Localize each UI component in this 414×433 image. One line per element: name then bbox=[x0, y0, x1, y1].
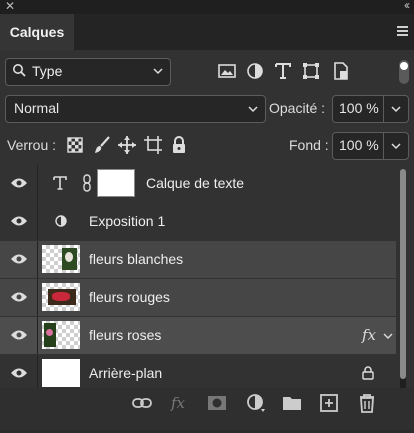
row-divider bbox=[37, 355, 38, 392]
search-icon bbox=[13, 64, 26, 77]
layer-name[interactable]: fleurs blanches bbox=[89, 251, 183, 267]
lock-label: Verrou : bbox=[7, 137, 57, 153]
layer-thumbnail[interactable] bbox=[42, 359, 80, 387]
image-filter-icon[interactable] bbox=[217, 61, 237, 81]
blend-mode-select[interactable]: Normal bbox=[5, 95, 266, 123]
chevron-down-icon bbox=[248, 106, 258, 113]
filter-toggle[interactable] bbox=[399, 60, 409, 84]
opacity-value: 100 % bbox=[339, 100, 379, 116]
panel-top-strip: ✕ ‹‹ bbox=[0, 0, 414, 14]
blend-row: Normal Opacité : 100 % bbox=[5, 95, 409, 123]
tab-bar: Calques bbox=[0, 14, 414, 50]
layer-name[interactable]: Exposition 1 bbox=[89, 213, 165, 229]
fill-input[interactable]: 100 % bbox=[332, 132, 384, 160]
lock-image-pixels-icon[interactable] bbox=[92, 135, 112, 155]
fill-dropdown[interactable] bbox=[383, 132, 409, 160]
eye-icon[interactable] bbox=[10, 177, 28, 189]
chevron-down-icon bbox=[391, 143, 401, 150]
chevron-down-icon[interactable] bbox=[383, 331, 393, 341]
collapse-panel-icon[interactable]: ‹‹ bbox=[404, 0, 410, 12]
mask-icon[interactable] bbox=[206, 392, 228, 414]
layer-name[interactable]: fleurs roses bbox=[89, 327, 161, 343]
trash-icon[interactable] bbox=[356, 392, 378, 414]
shape-filter-icon[interactable] bbox=[301, 61, 321, 81]
row-divider bbox=[37, 241, 38, 278]
new-layer-icon[interactable] bbox=[318, 392, 340, 414]
chevron-down-icon bbox=[391, 106, 401, 113]
layer-row[interactable]: Exposition 1 bbox=[0, 203, 396, 240]
row-divider bbox=[37, 279, 38, 316]
row-divider bbox=[37, 317, 38, 354]
layers-panel: Type Normal Opacité : 100 % Verrou : Fon… bbox=[0, 50, 414, 430]
type-filter-icon[interactable] bbox=[273, 61, 293, 81]
fx-icon[interactable]: fx bbox=[168, 392, 190, 414]
lock-position-icon[interactable] bbox=[117, 135, 137, 155]
fill-value: 100 % bbox=[339, 137, 379, 153]
layer-row[interactable]: Calque de texte bbox=[0, 165, 396, 202]
layer-row[interactable]: fleurs rouges bbox=[0, 279, 396, 316]
filter-row: Type bbox=[5, 58, 409, 86]
blend-mode-label: Normal bbox=[14, 100, 60, 116]
eye-icon[interactable] bbox=[10, 329, 28, 341]
layer-thumbnail[interactable] bbox=[42, 283, 80, 311]
smart-object-filter-icon[interactable] bbox=[331, 61, 351, 81]
close-panel-icon[interactable]: ✕ bbox=[5, 0, 15, 13]
tab-calques[interactable]: Calques bbox=[0, 14, 74, 50]
scrollbar-thumb[interactable] bbox=[400, 169, 406, 379]
layer-name[interactable]: Calque de texte bbox=[146, 175, 244, 191]
panel-menu-icon[interactable] bbox=[397, 26, 408, 36]
eye-icon[interactable] bbox=[10, 253, 28, 265]
layer-thumbnail[interactable] bbox=[42, 321, 80, 349]
layer-row[interactable]: fleurs roses fx bbox=[0, 317, 396, 354]
layer-row[interactable]: Arrière-plan bbox=[0, 355, 396, 392]
adjustment-layer-icon bbox=[55, 215, 67, 227]
layer-thumbnail[interactable] bbox=[42, 245, 80, 273]
opacity-label: Opacité : bbox=[269, 100, 326, 116]
layer-name[interactable]: Arrière-plan bbox=[89, 365, 162, 381]
layers-list: Calque de texte Exposition 1 fleurs blan… bbox=[0, 165, 396, 392]
layer-mask-thumbnail[interactable] bbox=[97, 169, 135, 197]
opacity-dropdown[interactable] bbox=[383, 95, 409, 123]
layer-row[interactable]: fleurs blanches bbox=[0, 241, 396, 278]
row-divider bbox=[37, 165, 38, 202]
fill-label: Fond : bbox=[289, 137, 329, 153]
layer-effects-badge[interactable]: fx bbox=[362, 326, 376, 344]
adjustment-filter-icon[interactable] bbox=[245, 61, 265, 81]
lock-icon[interactable] bbox=[362, 366, 374, 380]
lock-row: Verrou : Fond : 100 % bbox=[5, 132, 409, 160]
link-icon[interactable] bbox=[82, 174, 92, 192]
lock-transparency-icon[interactable] bbox=[65, 135, 85, 155]
layers-toolbar: fx bbox=[0, 388, 414, 430]
row-divider bbox=[37, 203, 38, 240]
adjustment-layer-icon[interactable] bbox=[245, 392, 267, 414]
text-layer-icon bbox=[53, 176, 67, 190]
opacity-input[interactable]: 100 % bbox=[332, 95, 384, 123]
lock-all-icon[interactable] bbox=[169, 135, 189, 155]
filter-kind-label: Type bbox=[32, 63, 63, 79]
chevron-down-icon bbox=[153, 68, 163, 75]
eye-icon[interactable] bbox=[10, 367, 28, 379]
lock-artboard-icon[interactable] bbox=[143, 135, 163, 155]
link-layers-icon[interactable] bbox=[131, 392, 153, 414]
eye-icon[interactable] bbox=[10, 215, 28, 227]
svg-text:fx: fx bbox=[170, 394, 186, 412]
eye-icon[interactable] bbox=[10, 291, 28, 303]
group-folder-icon[interactable] bbox=[281, 392, 303, 414]
filter-kind-select[interactable]: Type bbox=[5, 58, 171, 86]
layer-name[interactable]: fleurs rouges bbox=[89, 289, 170, 305]
